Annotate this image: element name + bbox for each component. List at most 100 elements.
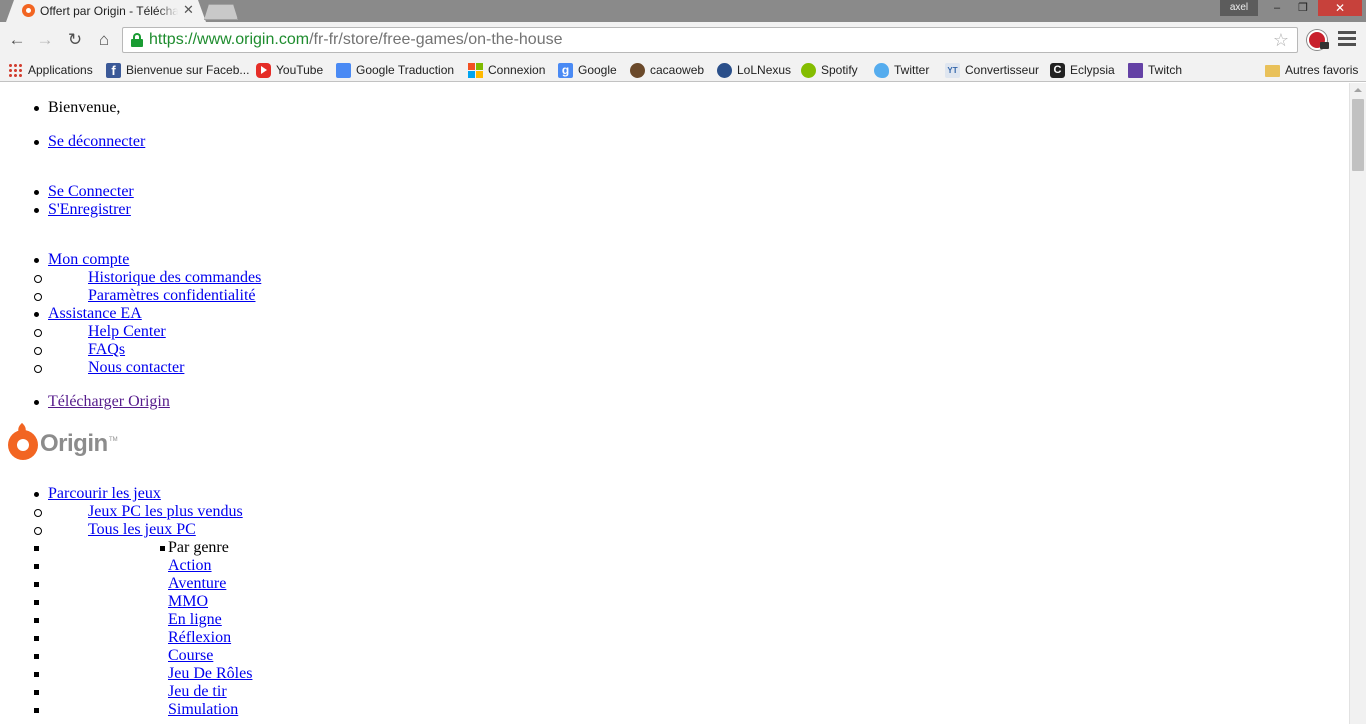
- genre-simulation-link[interactable]: Simulation: [168, 701, 238, 718]
- bookmark-youtube[interactable]: YouTube: [256, 61, 323, 79]
- bookmark-lolnexus[interactable]: LoLNexus: [717, 61, 791, 79]
- bookmark-twitch[interactable]: Twitch: [1128, 61, 1182, 79]
- list-item: Course: [33, 647, 252, 665]
- bookmark-label: Eclypsia: [1070, 63, 1115, 77]
- list-item: Action: [33, 557, 252, 575]
- profile-badge[interactable]: axel: [1220, 0, 1258, 16]
- forward-arrow-icon[interactable]: →: [34, 29, 56, 51]
- adblock-extension-icon[interactable]: [1307, 30, 1329, 50]
- browse-games-link[interactable]: Parcourir les jeux: [48, 485, 161, 502]
- genre-adventure-link[interactable]: Aventure: [168, 575, 226, 592]
- bookmark-connexion[interactable]: Connexion: [468, 61, 545, 79]
- privacy-settings-link[interactable]: Paramètres confidentialité: [88, 287, 255, 304]
- logout-list: Se déconnecter: [33, 133, 145, 151]
- origin-logo[interactable]: Origin TM: [8, 422, 118, 467]
- genre-racing-link[interactable]: Course: [168, 647, 213, 664]
- bookmark-label: Twitter: [894, 63, 930, 77]
- list-item: Jeu de tir: [33, 683, 252, 701]
- nested-bullet: [160, 546, 165, 551]
- genre-heading-text: Par genre: [168, 539, 229, 556]
- contact-link[interactable]: Nous contacter: [88, 359, 184, 376]
- help-center-link[interactable]: Help Center: [88, 323, 166, 340]
- cacaoweb-icon: [630, 62, 645, 78]
- restore-button[interactable]: ❐: [1290, 0, 1316, 16]
- bookmark-label: LoLNexus: [737, 63, 792, 77]
- new-tab-button[interactable]: [204, 4, 238, 20]
- genre-online-link[interactable]: En ligne: [168, 611, 222, 628]
- other-bookmarks[interactable]: Autres favoris: [1265, 61, 1358, 79]
- bookmark-applications[interactable]: Applications: [8, 61, 93, 79]
- list-item: Paramètres confidentialité: [33, 287, 261, 305]
- bookmark-eclypsia[interactable]: C Eclypsia: [1050, 61, 1115, 79]
- bookmark-label: Applications: [28, 63, 93, 77]
- origin-logo-text: Origin: [40, 430, 108, 457]
- list-item: Aventure: [33, 575, 252, 593]
- logout-link[interactable]: Se déconnecter: [48, 133, 145, 150]
- welcome-list: Bienvenue,: [33, 99, 121, 117]
- google-translate-icon: [336, 62, 351, 78]
- url-path: /fr-fr/store/free-games/on-the-house: [309, 31, 563, 48]
- list-item: Tous les jeux PC: [33, 521, 252, 539]
- back-arrow-icon[interactable]: ←: [6, 29, 28, 51]
- minimize-button[interactable]: –: [1264, 0, 1290, 16]
- bookmark-facebook[interactable]: f Bienvenue sur Faceb...: [106, 61, 249, 79]
- bookmark-spotify[interactable]: Spotify: [801, 61, 858, 79]
- login-link[interactable]: Se Connecter: [48, 183, 134, 200]
- bookmark-label: Connexion: [488, 63, 546, 77]
- genre-puzzle-link[interactable]: Réflexion: [168, 629, 231, 646]
- tab-close-icon[interactable]: ✕: [183, 2, 194, 18]
- close-window-button[interactable]: ✕: [1318, 0, 1362, 16]
- browse-menu: Parcourir les jeux Jeux PC les plus vend…: [33, 485, 252, 719]
- list-item: Se Connecter: [34, 183, 134, 201]
- youtube-icon: [256, 62, 271, 78]
- bookmark-label: cacaoweb: [650, 63, 705, 77]
- bookmark-label: YouTube: [276, 63, 324, 77]
- list-item: S'Enregistrer: [34, 201, 134, 219]
- bookmark-google-translate[interactable]: Google Traduction: [336, 61, 454, 79]
- list-item: Jeux PC les plus vendus: [33, 503, 252, 521]
- windows-icon: [468, 62, 483, 78]
- faqs-link[interactable]: FAQs: [88, 341, 125, 358]
- scroll-up-arrow-icon[interactable]: [1354, 88, 1362, 92]
- list-item: MMO: [33, 593, 252, 611]
- genre-shooter-link[interactable]: Jeu de tir: [168, 683, 227, 700]
- scrollbar-thumb[interactable]: [1352, 99, 1364, 171]
- google-icon: g: [558, 62, 573, 78]
- bestsellers-link[interactable]: Jeux PC les plus vendus: [88, 503, 243, 520]
- list-item: Help Center: [33, 323, 261, 341]
- bookmark-cacaoweb[interactable]: cacaoweb: [630, 61, 704, 79]
- home-icon[interactable]: ⌂: [93, 29, 115, 51]
- bookmark-star-icon[interactable]: ☆: [1273, 30, 1289, 51]
- genre-mmo-link[interactable]: MMO: [168, 593, 208, 610]
- bookmark-twitter[interactable]: Twitter: [874, 61, 929, 79]
- bookmark-label: Convertisseur: [965, 63, 1040, 77]
- list-item: Jeu De Rôles: [33, 665, 252, 683]
- bookmark-label: Google Traduction: [356, 63, 455, 77]
- register-link[interactable]: S'Enregistrer: [48, 201, 131, 218]
- title-bar: Offert par Origin - Télécha ✕ axel – ❐ ✕: [0, 0, 1366, 22]
- bookmark-convertisseur[interactable]: YT Convertisseur: [945, 61, 1039, 79]
- reload-icon[interactable]: ↻: [64, 29, 86, 51]
- welcome-text: Bienvenue,: [33, 99, 121, 116]
- genre-heading: Par genre: [33, 539, 252, 557]
- address-url[interactable]: https://www.origin.com/fr-fr/store/free-…: [149, 31, 563, 49]
- list-item: En ligne: [33, 611, 252, 629]
- genre-rpg-link[interactable]: Jeu De Rôles: [168, 665, 252, 682]
- tab-title[interactable]: Offert par Origin - Télécha: [40, 4, 178, 18]
- ea-support-link[interactable]: Assistance EA: [48, 305, 142, 322]
- all-pc-games-link[interactable]: Tous les jeux PC: [88, 521, 196, 538]
- hamburger-menu-icon[interactable]: [1338, 31, 1356, 47]
- list-item: Nous contacter: [33, 359, 261, 377]
- bookmark-label: Google: [578, 63, 617, 77]
- vertical-scrollbar[interactable]: [1349, 83, 1366, 724]
- genre-action-link[interactable]: Action: [168, 557, 212, 574]
- my-account-link[interactable]: Mon compte: [48, 251, 129, 268]
- twitter-icon: [874, 62, 889, 78]
- address-bar[interactable]: https://www.origin.com/fr-fr/store/free-…: [122, 27, 1298, 53]
- download-origin-link[interactable]: Télécharger Origin: [48, 393, 170, 410]
- lock-icon: [131, 33, 143, 47]
- page-content: Bienvenue, Se déconnecter Se Connecter S…: [0, 83, 1349, 724]
- browser-toolbar: ← → ↻ ⌂ https://www.origin.com/fr-fr/sto…: [0, 22, 1366, 58]
- order-history-link[interactable]: Historique des commandes: [88, 269, 261, 286]
- bookmark-google[interactable]: g Google: [558, 61, 617, 79]
